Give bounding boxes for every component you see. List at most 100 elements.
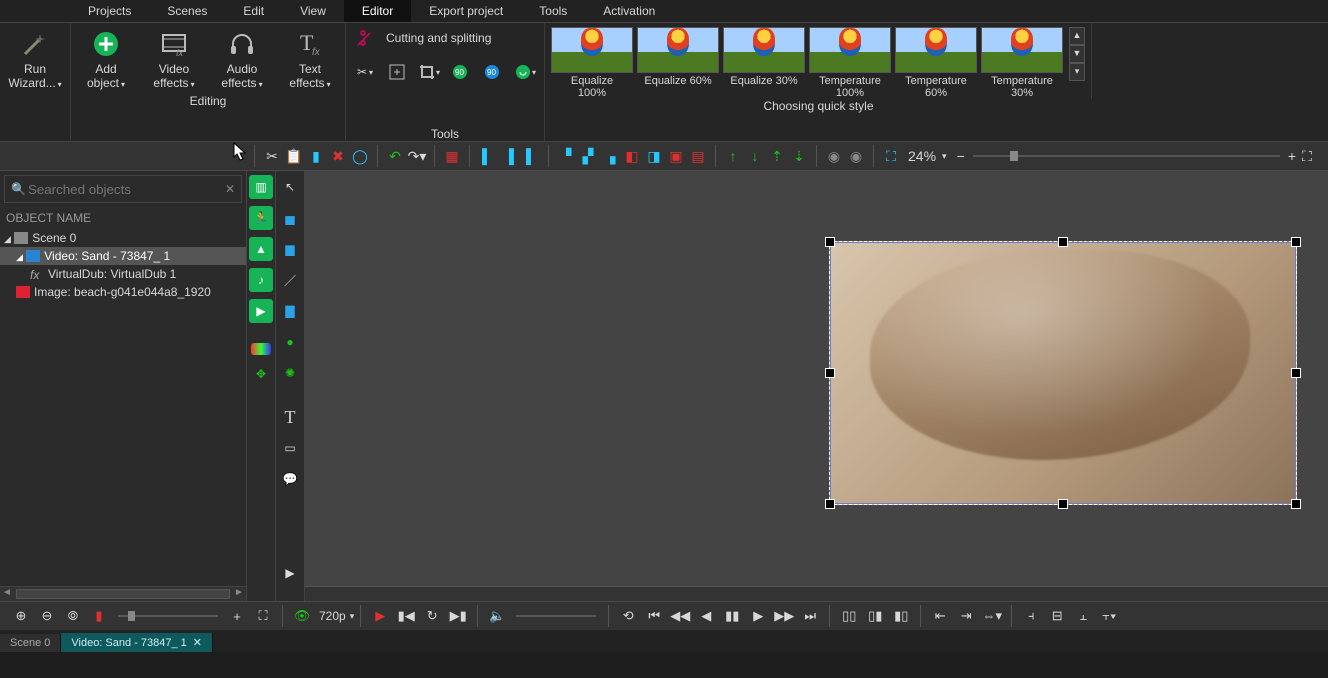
move-tool-button[interactable]: ✥ — [249, 362, 273, 386]
styles-up-button[interactable]: ▲ — [1069, 27, 1085, 45]
resize-handle-tl[interactable] — [825, 237, 835, 247]
skip-back-button[interactable]: ⏮ — [641, 605, 667, 627]
menu-export-project[interactable]: Export project — [411, 0, 521, 22]
tree-node-3[interactable]: Image: beach-g041e044a8_1920 — [0, 283, 246, 301]
step-fwd-button[interactable]: ▶ — [745, 605, 771, 627]
menu-view[interactable]: View — [282, 0, 344, 22]
quick-style-2[interactable]: Equalize 30% — [723, 27, 805, 99]
prev-frame-button[interactable]: ▮◀ — [393, 605, 419, 627]
tl-marker-button[interactable]: ▮ — [86, 605, 112, 627]
resize-handle-br[interactable] — [1291, 499, 1301, 509]
tl-expand-button[interactable]: ⛶ — [250, 605, 276, 627]
sidebar-hscroll[interactable]: ◄► — [0, 586, 246, 601]
layers-a-button[interactable]: ◉ — [823, 145, 845, 167]
rect3-tool-button[interactable]: ▇ — [278, 299, 302, 323]
video-effects-button[interactable]: fx Video effects — [147, 26, 201, 92]
skip-fwd-button[interactable]: ⏭ — [797, 605, 823, 627]
music-tool-button[interactable]: ♪ — [249, 268, 273, 292]
move-top-button[interactable]: ⇡ — [766, 145, 788, 167]
audio-effects-button[interactable]: Audio effects — [215, 26, 269, 92]
sel-a-button[interactable]: ▣ — [665, 145, 687, 167]
zoom-out-button[interactable]: − — [957, 148, 965, 164]
fit-button[interactable]: ⛶ — [880, 145, 902, 167]
line-tool-button[interactable]: ／ — [278, 268, 302, 292]
rotate-90-left-button[interactable]: 90 — [450, 61, 472, 83]
phone-button[interactable]: ▮ — [305, 145, 327, 167]
align-right-button[interactable]: ▌ — [520, 145, 542, 167]
quick-style-0[interactable]: Equalize100% — [551, 27, 633, 99]
canvas[interactable] — [305, 171, 1328, 601]
tree-node-2[interactable]: fxVirtualDub: VirtualDub 1 — [0, 265, 246, 283]
search-clear-button[interactable]: ✕ — [225, 182, 235, 196]
styles-down-button[interactable]: ▼ — [1069, 45, 1085, 63]
timeline-tab-1[interactable]: Video: Sand - 73847_ 1✕ — [61, 633, 213, 652]
in-point-button[interactable]: ⇤ — [927, 605, 953, 627]
step-back-button[interactable]: ◀ — [693, 605, 719, 627]
zoom-in-button[interactable]: + — [1288, 148, 1296, 164]
tl-zoom-plus-button[interactable]: + — [224, 605, 250, 627]
search-box[interactable]: 🔍 ✕ — [4, 175, 242, 203]
color-tool-button[interactable] — [514, 61, 536, 83]
marker-a-button[interactable]: ▯▯ — [836, 605, 862, 627]
grid-tool-button[interactable] — [251, 343, 271, 355]
rect1-tool-button[interactable]: ▅ — [278, 206, 302, 230]
pointer-tool-button[interactable]: ↖ — [278, 175, 302, 199]
align-center-button[interactable]: ▐ — [498, 145, 520, 167]
quick-style-4[interactable]: Temperature60% — [895, 27, 977, 99]
playhead-button[interactable]: ▶ — [278, 561, 302, 585]
crop-button[interactable] — [418, 61, 440, 83]
snap-a-button[interactable]: ⫞ — [1018, 605, 1044, 627]
quick-style-3[interactable]: Temperature100% — [809, 27, 891, 99]
quick-style-5[interactable]: Temperature30% — [981, 27, 1063, 99]
layers-b-button[interactable]: ◉ — [845, 145, 867, 167]
timeline-tab-close[interactable]: ✕ — [193, 637, 202, 649]
move-down-button[interactable]: ↓ — [744, 145, 766, 167]
timeline-tab-0[interactable]: Scene 0 — [0, 634, 61, 652]
selection-button[interactable]: ▦ — [441, 145, 463, 167]
text-tool-button[interactable]: T — [278, 405, 302, 429]
resize-handle-mr[interactable] — [1291, 368, 1301, 378]
menu-projects[interactable]: Projects — [70, 0, 149, 22]
loop-button[interactable]: ↻ — [419, 605, 445, 627]
go-start-button[interactable]: ⟲ — [615, 605, 641, 627]
resize-handle-bl[interactable] — [825, 499, 835, 509]
resize-handle-tm[interactable] — [1058, 237, 1068, 247]
align-middle-button[interactable]: ▞ — [577, 145, 599, 167]
menu-scenes[interactable]: Scenes — [149, 0, 225, 22]
delete-button[interactable]: ✖ — [327, 145, 349, 167]
play-tool-button[interactable]: ▶ — [249, 299, 273, 323]
run-wizard-button[interactable]: Run Wizard... — [8, 26, 62, 92]
tree-node-0[interactable]: ◢ Scene 0 — [0, 229, 246, 247]
resize-tool-button[interactable] — [386, 61, 408, 83]
range-button[interactable]: ⇔▾ — [979, 605, 1005, 627]
snap-b-button[interactable]: ⊟ — [1044, 605, 1070, 627]
search-input[interactable] — [26, 181, 225, 198]
resize-handle-ml[interactable] — [825, 368, 835, 378]
move-up-button[interactable]: ↑ — [722, 145, 744, 167]
play-button[interactable]: ▶ — [367, 605, 393, 627]
move-bottom-button[interactable]: ⇣ — [788, 145, 810, 167]
styles-more-button[interactable]: ▾ — [1069, 63, 1085, 81]
blob-tool-button[interactable]: ✺ — [278, 361, 302, 385]
volume-slider[interactable] — [516, 615, 596, 617]
mute-button[interactable]: 🔈 — [484, 605, 510, 627]
chart-tool-button[interactable]: ▥ — [249, 175, 273, 199]
pause-button[interactable]: ▮▮ — [719, 605, 745, 627]
quick-style-1[interactable]: Equalize 60% — [637, 27, 719, 99]
next-frame-button[interactable]: ▶▮ — [445, 605, 471, 627]
ffwd-button[interactable]: ▶▶ — [771, 605, 797, 627]
dist-h-button[interactable]: ◧ — [621, 145, 643, 167]
rewind-button[interactable]: ◀◀ — [667, 605, 693, 627]
scissors-button[interactable]: ✂ — [354, 61, 376, 83]
tl-fit-button[interactable]: ⦾ — [60, 605, 86, 627]
tl-zoom-out-button[interactable]: ⊖ — [34, 605, 60, 627]
redo-button[interactable]: ↷▾ — [406, 145, 428, 167]
snap-d-button[interactable]: ⫟▾ — [1096, 605, 1122, 627]
align-left-button[interactable]: ▌ — [476, 145, 498, 167]
speech-tool-button[interactable]: 💬 — [278, 467, 302, 491]
preview-eye-button[interactable]: 👁 — [289, 605, 315, 627]
align-top-button[interactable]: ▝ — [555, 145, 577, 167]
tl-zoom-in-button[interactable]: ⊕ — [8, 605, 34, 627]
rotate-90-right-button[interactable]: 90 — [482, 61, 504, 83]
rect2-tool-button[interactable]: ▆ — [278, 237, 302, 261]
